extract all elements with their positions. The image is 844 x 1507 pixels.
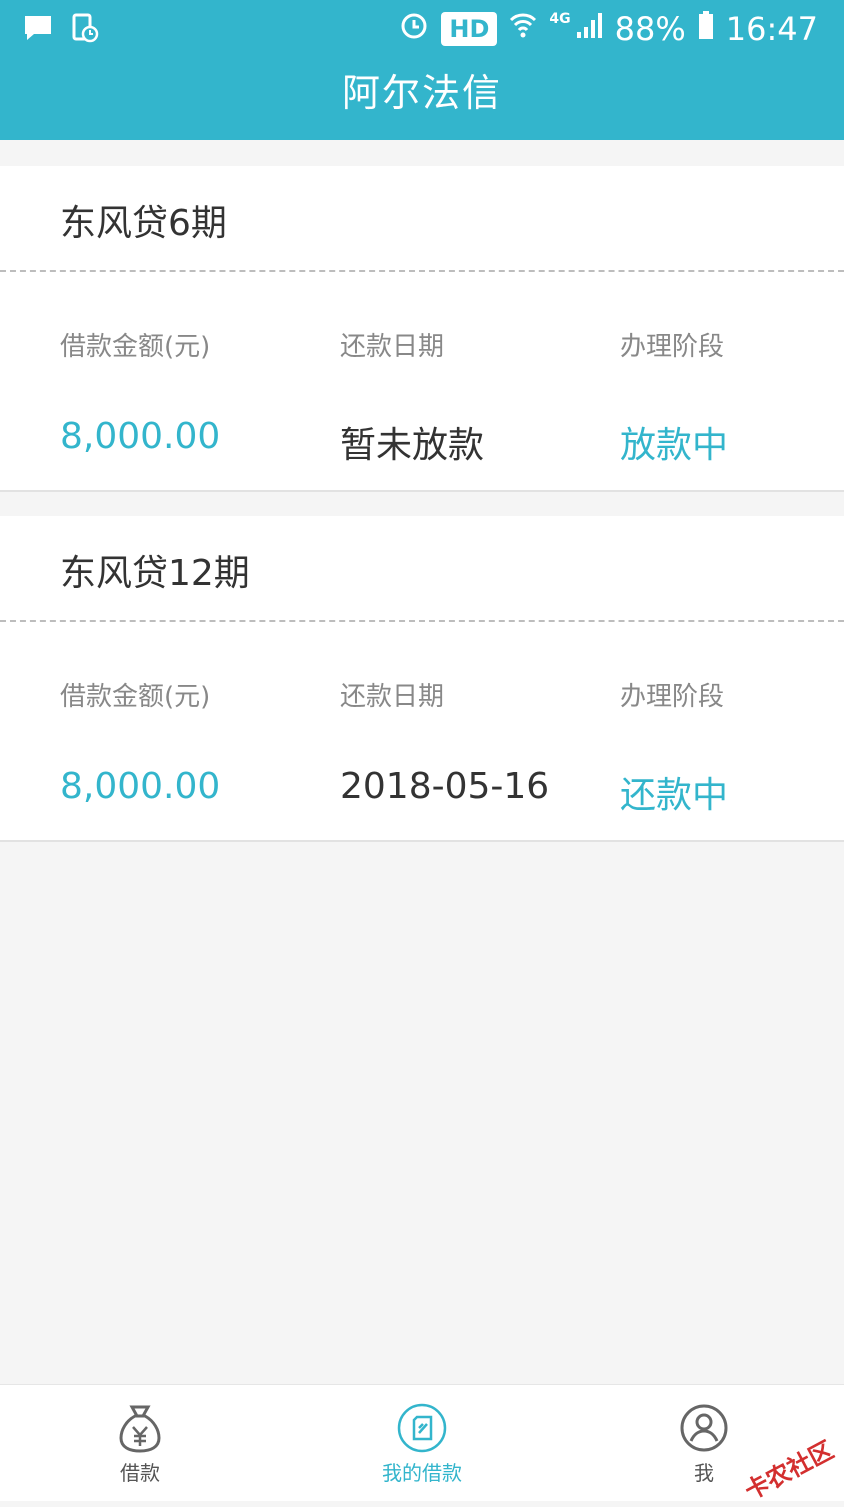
hd-badge: HD [441,12,498,46]
repay-date: 2018-05-16 [340,766,550,807]
loan-title: 东风贷6期 [60,203,227,244]
network-type: 4G [549,11,571,27]
repay-date: 暂未放款 [340,425,485,466]
user-icon [614,1403,794,1453]
stage-label: 办理阶段 [620,682,725,712]
stage-label: 办理阶段 [620,332,725,362]
dashed-divider [0,620,844,622]
dashed-divider [0,270,844,272]
message-icon [22,12,54,48]
signal-icon [575,10,603,48]
amount-label: 借款金额(元) [60,332,211,362]
clock: 16:47 [725,10,818,48]
tab-label: 借款 [120,1461,160,1485]
battery-icon [698,10,714,48]
page-title: 阿尔法信 [341,71,502,115]
loan-amount: 8,000.00 [60,416,221,457]
loan-amount: 8,000.00 [60,766,221,807]
bottom-tab-bar: 借款 我的借款 我 [0,1384,844,1501]
repay-date-label: 还款日期 [340,332,445,362]
tab-my-loans[interactable]: 我的借款 [332,1403,512,1486]
repay-date-label: 还款日期 [340,682,445,712]
loan-title: 东风贷12期 [60,553,250,594]
tab-loan[interactable]: 借款 [50,1403,230,1486]
battery-percent: 88% [614,10,686,48]
status-bar: HD 4G 88% 16:47 [0,0,844,58]
screen-recorder-icon [70,12,100,48]
app-header: HD 4G 88% 16:47 阿尔法信 [0,0,844,140]
alarm-icon [399,10,429,48]
loan-stage: 还款中 [620,775,729,816]
loan-card[interactable]: 东风贷6期 借款金额(元) 8,000.00 还款日期 暂未放款 办理阶段 放款… [0,166,844,492]
document-icon [332,1403,512,1453]
money-bag-icon [50,1403,230,1453]
wifi-icon [509,10,537,48]
amount-label: 借款金额(元) [60,682,211,712]
loan-card[interactable]: 东风贷12期 借款金额(元) 8,000.00 还款日期 2018-05-16 … [0,516,844,842]
loan-stage: 放款中 [620,425,729,466]
tab-label: 我的借款 [382,1461,462,1485]
